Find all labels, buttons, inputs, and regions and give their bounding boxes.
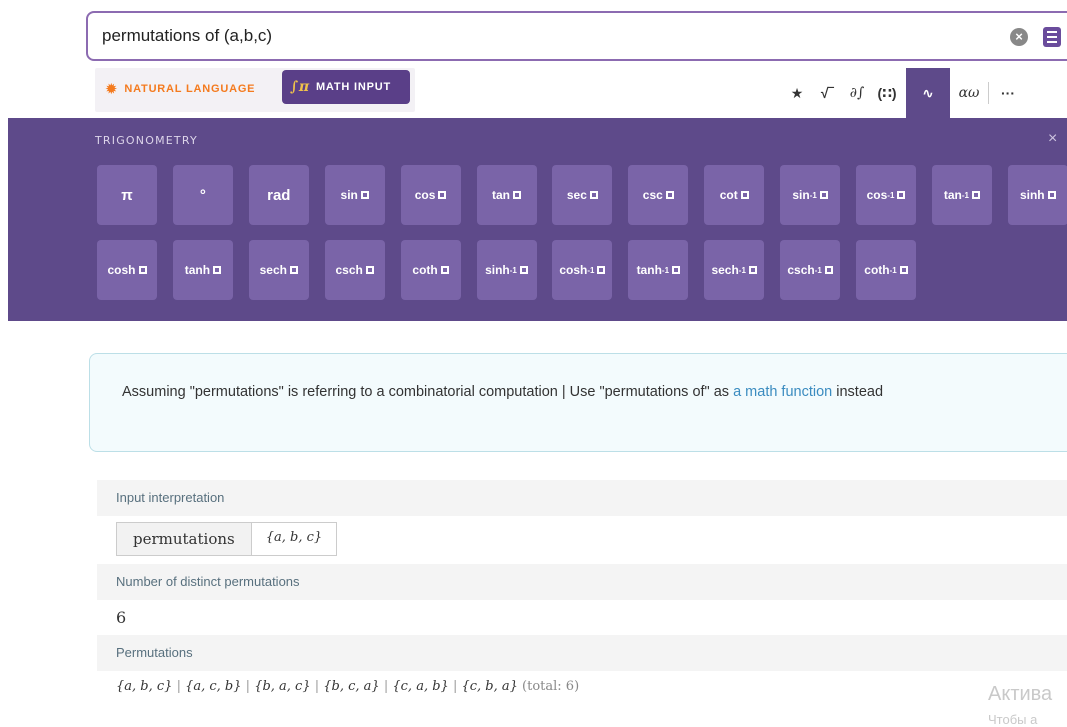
assumption-text-after: instead (836, 384, 884, 400)
trigonometry-palette: TRIGONOMETRY × π ° rad sin cos tan sec csc cot si… (8, 118, 1067, 321)
trig-key[interactable]: cot (704, 165, 765, 225)
trigonometry-wave-icon[interactable]: ∿ (906, 68, 950, 118)
trig-key[interactable]: sinh -1 (476, 240, 537, 300)
permutation-item: {c, b, a} (461, 679, 518, 694)
permutation-list: {a, b, c} | {a, c, b} | {b, a, c} | {b, … (116, 671, 1058, 702)
interpretation-function: permutations (117, 523, 252, 555)
trig-key[interactable]: tan (476, 165, 537, 225)
search-bar[interactable]: permutations of (a,b,c) × (86, 11, 1067, 61)
palette-title: TRIGONOMETRY (95, 134, 198, 147)
trig-key[interactable]: sech (248, 240, 309, 300)
permutation-item: {a, c, b} (185, 679, 242, 694)
count-value: 6 (116, 608, 127, 627)
pod-title-permutations: Permutations (97, 635, 1067, 671)
trig-key[interactable]: tan -1 (931, 165, 992, 225)
trig-key[interactable]: sec (552, 165, 613, 225)
close-icon[interactable]: × (1048, 130, 1057, 148)
trig-key[interactable]: cosh -1 (552, 240, 613, 300)
trig-key[interactable]: sech -1 (704, 240, 765, 300)
matrix-icon[interactable]: (∷) (872, 68, 902, 118)
permutation-separator: | (241, 679, 255, 694)
math-input-label: MATH INPUT (315, 81, 391, 93)
trig-key[interactable]: csch -1 (780, 240, 841, 300)
search-input[interactable]: permutations of (a,b,c) (102, 26, 1067, 46)
natural-language-tab[interactable]: ✹ NATURAL LANGUAGE (105, 80, 255, 98)
interpretation-argument: {a, b, c} (265, 530, 323, 545)
clear-icon[interactable]: × (1010, 28, 1028, 46)
results: Input interpretation permutations {a, b,… (97, 480, 1067, 702)
activation-watermark-subtitle: Чтобы а (988, 712, 1038, 727)
activation-watermark-title: Актива (988, 683, 1053, 705)
menu-icon[interactable] (1043, 27, 1061, 47)
assumption-text: Assuming "permutations" is referring to … (122, 384, 730, 400)
trig-key[interactable]: rad (248, 165, 309, 225)
permutation-separator: | (172, 679, 186, 694)
trig-key[interactable]: sin (324, 165, 385, 225)
trig-key[interactable]: π (97, 165, 157, 225)
more-icon[interactable]: ··· (993, 68, 1023, 118)
trig-key[interactable]: tanh -1 (628, 240, 689, 300)
permutation-item: {a, b, c} (116, 679, 173, 694)
trig-key[interactable]: csc (628, 165, 689, 225)
input-mode-tabs: ✹ NATURAL LANGUAGE ∫π MATH INPUT (95, 68, 415, 112)
permutation-separator: | (379, 679, 393, 694)
math-input-icon: ∫π (290, 79, 310, 95)
favorites-star-icon[interactable]: ★ (782, 68, 812, 118)
math-input-tab[interactable]: ∫π MATH INPUT (282, 70, 410, 104)
natural-language-icon: ✹ (105, 81, 119, 98)
permutation-separator: | (448, 679, 462, 694)
pod-count: 6 (97, 600, 1067, 635)
pod-input-interpretation: permutations {a, b, c} (97, 516, 1067, 564)
pod-title-count: Number of distinct permutations (97, 564, 1067, 600)
assumption-box: Assuming "permutations" is referring to … (89, 353, 1067, 452)
trig-key[interactable]: coth -1 (856, 240, 916, 300)
trig-key[interactable]: sinh (1007, 165, 1067, 225)
trig-key[interactable]: cos (400, 165, 461, 225)
permutation-item: {c, a, b} (392, 679, 449, 694)
pod-permutations: {a, b, c} | {a, c, b} | {b, a, c} | {b, … (97, 671, 1067, 702)
natural-language-label: NATURAL LANGUAGE (124, 83, 256, 95)
math-function-link[interactable]: a math function (733, 384, 832, 400)
trig-key[interactable]: tanh (172, 240, 233, 300)
trig-key[interactable]: cosh (97, 240, 157, 300)
trig-key[interactable]: coth (400, 240, 461, 300)
trig-key[interactable]: ° (172, 165, 233, 225)
permutation-item: {b, a, c} (254, 679, 311, 694)
trig-key[interactable]: csch (324, 240, 385, 300)
permutation-total: (total: 6) (517, 679, 580, 694)
square-root-icon[interactable]: √‾ (812, 68, 842, 118)
calculus-icon[interactable]: ∂∫ (842, 68, 872, 118)
permutation-separator: | (310, 679, 324, 694)
palette-toolbar: ★ √‾ ∂∫ (∷) ∿ αω ··· (782, 68, 1023, 118)
interpretation-table: permutations {a, b, c} (116, 522, 338, 556)
permutation-item: {b, c, a} (323, 679, 380, 694)
greek-letters-icon[interactable]: αω (954, 68, 984, 118)
toolbar-divider (988, 82, 989, 104)
trig-key[interactable]: cos -1 (856, 165, 916, 225)
trig-key[interactable]: sin -1 (780, 165, 841, 225)
pod-title-input-interpretation: Input interpretation (97, 480, 1067, 516)
